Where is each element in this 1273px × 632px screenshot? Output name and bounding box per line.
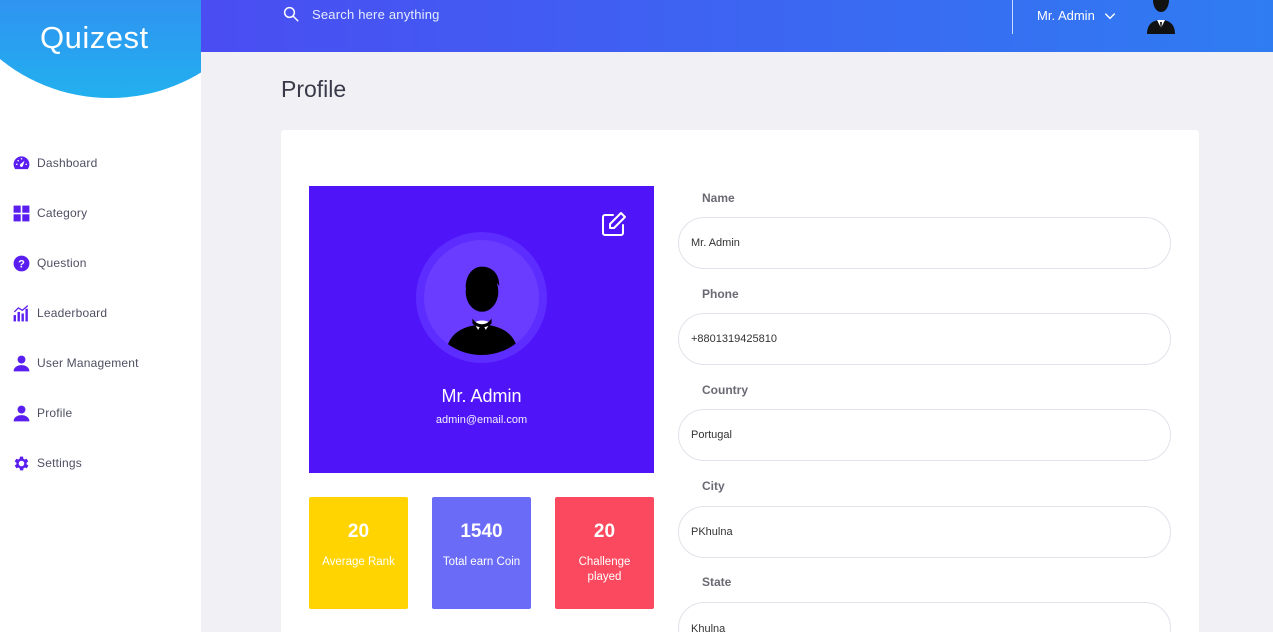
stat-challenge-played: 20 Challenge played	[555, 497, 654, 609]
topbar-divider	[1012, 0, 1013, 34]
edit-icon[interactable]	[600, 210, 628, 238]
app-logo[interactable]: Quizest	[40, 20, 149, 56]
phone-label: Phone	[702, 287, 739, 301]
profile-name: Mr. Admin	[441, 386, 522, 406]
city-label: City	[702, 479, 725, 493]
sidebar-item-dashboard[interactable]: Dashboard	[0, 153, 201, 203]
question-circle-icon: ?	[11, 253, 31, 273]
city-field[interactable]: PKhulna	[678, 506, 1171, 558]
sidebar-item-category[interactable]: Category	[0, 203, 201, 253]
sidebar-item-label: Question	[37, 256, 87, 270]
avatar[interactable]	[1143, 0, 1179, 34]
sidebar-item-leaderboard[interactable]: Leaderboard	[0, 303, 201, 353]
search-icon	[283, 6, 299, 22]
name-field[interactable]: Mr. Admin	[678, 217, 1171, 269]
search-bar[interactable]: Search here anything	[282, 5, 440, 23]
sidebar-item-label: Category	[37, 206, 88, 220]
page-title: Profile	[281, 76, 347, 102]
name-label: Name	[702, 191, 735, 205]
sidebar-item-label: Profile	[37, 406, 73, 420]
stat-total-earn-coin: 1540 Total earn Coin	[432, 497, 531, 609]
bar-chart-icon	[11, 303, 31, 323]
sidebar-item-label: Settings	[37, 456, 82, 470]
phone-field[interactable]: +8801319425810	[678, 313, 1171, 365]
gear-icon	[11, 453, 31, 473]
svg-text:?: ?	[18, 258, 25, 270]
profile-summary-panel: Mr. Admin admin@email.com	[309, 186, 654, 473]
country-field[interactable]: Portugal	[678, 409, 1171, 461]
user-icon	[11, 353, 31, 373]
sidebar-nav: Dashboard Category ? Question Leaderboar…	[0, 153, 201, 503]
sidebar-item-user-management[interactable]: User Management	[0, 353, 201, 403]
profile-email: admin@email.com	[435, 414, 528, 426]
stat-caption: Challenge played	[578, 556, 631, 583]
search-input[interactable]: Search here anything	[312, 7, 440, 22]
sidebar-item-profile[interactable]: Profile	[0, 403, 201, 453]
person-icon	[445, 266, 518, 355]
stat-average-rank: 20 Average Rank	[309, 497, 408, 609]
state-field[interactable]: Khulna	[678, 602, 1171, 632]
topbar-user-name: Mr. Admin	[1037, 8, 1095, 23]
country-label: Country	[702, 383, 748, 397]
topbar: Search here anything Mr. Admin	[201, 0, 1273, 52]
logo-text: Quizest	[40, 20, 149, 55]
profile-avatar	[424, 240, 539, 355]
stat-caption: Total earn Coin	[442, 556, 521, 568]
stat-caption: Average Rank	[322, 556, 395, 568]
dashboard-gauge-icon	[11, 153, 31, 173]
state-label: State	[702, 575, 732, 589]
chevron-down-icon	[1104, 12, 1115, 19]
sidebar-item-settings[interactable]: Settings	[0, 453, 201, 503]
grid-icon	[11, 203, 31, 223]
stat-value: 1540	[460, 521, 503, 542]
stat-value: 20	[593, 521, 616, 542]
sidebar-item-question[interactable]: ? Question	[0, 253, 201, 303]
sidebar-item-label: User Management	[37, 356, 139, 370]
user-menu-toggle[interactable]: Mr. Admin	[1037, 8, 1117, 23]
stat-value: 20	[347, 521, 370, 542]
profile-avatar-ring	[416, 232, 547, 363]
sidebar: Quizest Dashboard Category ? Question Le…	[0, 0, 201, 632]
user-icon	[11, 403, 31, 423]
sidebar-item-label: Leaderboard	[37, 306, 108, 320]
sidebar-item-label: Dashboard	[37, 156, 98, 170]
